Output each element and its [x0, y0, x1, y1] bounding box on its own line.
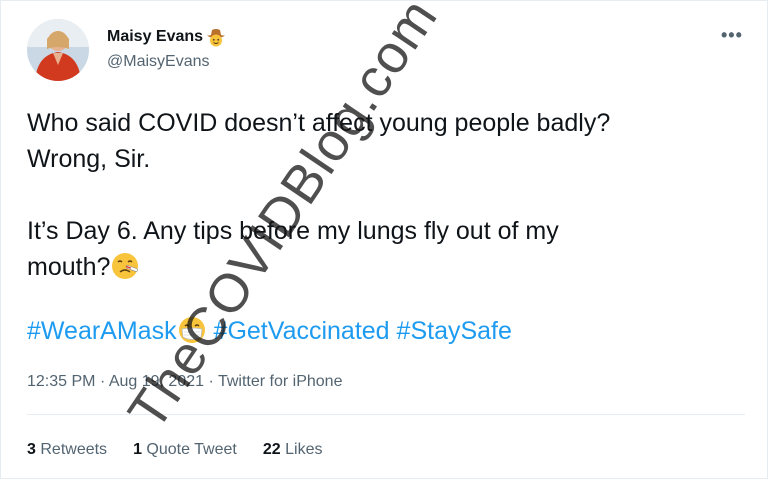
likes-stat[interactable]: 22 Likes [263, 441, 323, 459]
tweet-line: Wrong, Sir. [27, 145, 151, 173]
cowboy-face-icon [207, 29, 226, 47]
tweet-date[interactable]: Aug 19, 2021 [109, 373, 204, 390]
tweet-line: It’s Day 6. Any tips before my lungs fly… [27, 217, 559, 245]
likes-count: 22 [262, 441, 281, 458]
avatar-photo [27, 19, 89, 81]
quote-tweets-stat[interactable]: 1 Quote Tweet [133, 441, 237, 459]
more-options-icon[interactable]: ••• [721, 25, 743, 46]
hashtags-row: #WearAMask #GetVaccinated #StaySafe [27, 313, 512, 349]
likes-label: Likes [285, 441, 323, 458]
tweet-text: Who said COVID doesn’t affect young peop… [27, 105, 747, 285]
hashtag-getvaccinated[interactable]: #GetVaccinated [214, 317, 390, 345]
quotes-count: 1 [133, 441, 142, 458]
tweet-time[interactable]: 12:35 PM [27, 373, 95, 390]
tweet-source[interactable]: Twitter for iPhone [218, 373, 343, 390]
retweets-count: 3 [27, 441, 36, 458]
face-with-mask-icon [178, 317, 205, 343]
author-handle[interactable]: @MaisyEvans [107, 53, 210, 71]
tweet-metadata: 12:35 PM · Aug 19, 2021 · Twitter for iP… [27, 373, 342, 391]
hashtag-wearamask[interactable]: #WearAMask [27, 317, 177, 345]
tweet-line: Who said COVID doesn’t affect young peop… [27, 109, 611, 137]
hashtag-staysafe[interactable]: #StaySafe [397, 317, 512, 345]
author-name-row[interactable]: Maisy Evans [107, 27, 226, 47]
divider [27, 414, 745, 415]
retweets-label: Retweets [40, 441, 108, 458]
author-display-name[interactable]: Maisy Evans [107, 28, 203, 46]
tweet-line: mouth? [27, 253, 111, 281]
avatar[interactable] [27, 19, 89, 81]
quotes-label: Quote Tweet [146, 441, 237, 458]
meta-separator: · [208, 373, 214, 390]
tweet-card: Maisy Evans @MaisyEvans ••• Who said COV… [0, 0, 768, 479]
tweet-line-with-emoji: mouth? [27, 249, 747, 285]
retweets-stat[interactable]: 3 Retweets [27, 441, 107, 459]
meta-separator: · [99, 373, 106, 390]
thermometer-face-icon [112, 253, 139, 279]
engagement-stats: 3 Retweets 1 Quote Tweet 22 Likes [27, 441, 322, 459]
